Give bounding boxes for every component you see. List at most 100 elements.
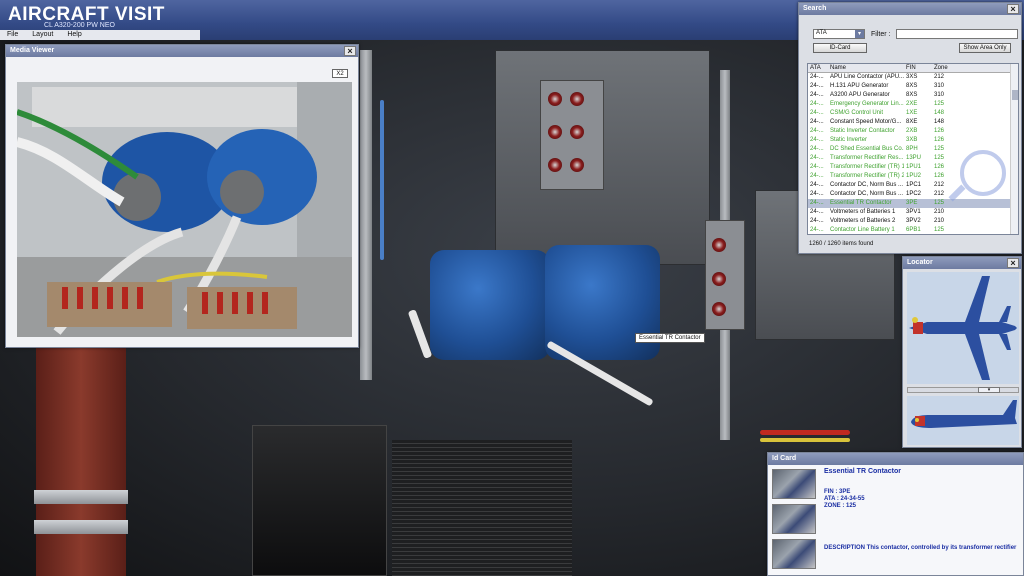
search-window: Search × ATA ▾ Filter : ID-Card Show Are…: [798, 2, 1022, 254]
terminal: [712, 238, 726, 252]
search-titlebar[interactable]: Search ×: [799, 3, 1021, 15]
cell-ata: 24-...: [810, 173, 824, 179]
cell-ata: 24-...: [810, 137, 824, 143]
table-row[interactable]: 24-... CSM/G Control Unit 1XE 148: [808, 109, 1018, 118]
menu-file[interactable]: File: [0, 30, 25, 40]
menu-help[interactable]: Help: [60, 30, 88, 40]
media-viewer-titlebar[interactable]: Media Viewer ×: [6, 45, 358, 57]
aircraft-side-view[interactable]: [907, 396, 1019, 445]
component-fin: FIN : 3PE: [824, 489, 851, 495]
cell-name: Contactor Line Battery 1: [830, 227, 895, 233]
cell-fin: 3XB: [906, 137, 918, 143]
equipment-box-left: [252, 425, 387, 576]
cell-zone: 310: [934, 83, 945, 89]
locator-titlebar[interactable]: Locator ×: [903, 257, 1021, 269]
terminal: [712, 272, 726, 286]
cell-fin: 3PE: [906, 200, 918, 206]
cell-zone: 212: [934, 74, 945, 80]
table-row[interactable]: 24-... A3200 APU Generator 8XS 310: [808, 91, 1018, 100]
cell-fin: 13PU: [906, 155, 922, 161]
id-card-thumbnails: [772, 469, 816, 574]
mounting-rail: [360, 50, 372, 380]
table-row[interactable]: 24-... Voltmeters of Batteries 2 3PV2 210: [808, 217, 1018, 226]
terminal: [570, 125, 584, 139]
category-select[interactable]: ATA ▾: [813, 29, 865, 39]
cell-name: Voltmeters of Batteries 2: [830, 218, 896, 224]
contactor-left[interactable]: [430, 250, 550, 360]
terminal: [712, 302, 726, 316]
results-scrollbar[interactable]: [1010, 64, 1018, 234]
cell-zone: 148: [934, 119, 945, 125]
col-name[interactable]: Name: [828, 64, 904, 72]
terminal: [548, 158, 562, 172]
cell-zone: 310: [934, 92, 945, 98]
filter-input[interactable]: [896, 29, 1019, 39]
component-name: Essential TR Contactor: [824, 468, 902, 475]
cell-zone: 126: [934, 173, 945, 179]
close-icon[interactable]: ×: [344, 46, 356, 56]
col-fin[interactable]: FIN: [904, 64, 932, 72]
cell-fin: 1XE: [906, 110, 918, 116]
locator-title: Locator: [907, 259, 933, 266]
cell-name: Constant Speed Motor/G...: [830, 119, 902, 125]
cell-ata: 24-...: [810, 182, 824, 188]
cell-fin: 2XE: [906, 101, 918, 107]
table-row[interactable]: 24-... Constant Speed Motor/G... 8XE 148: [808, 118, 1018, 127]
cell-zone: 125: [934, 227, 945, 233]
table-row[interactable]: 24-... Emergency Generator Lin... 2XE 125: [808, 100, 1018, 109]
cell-name: Essential TR Contactor: [830, 200, 892, 206]
table-row[interactable]: 24-... Voltmeters of Batteries 1 3PV1 210: [808, 208, 1018, 217]
cell-ata: 24-...: [810, 128, 824, 134]
magnifier-icon: [960, 150, 1006, 196]
col-zone[interactable]: Zone: [932, 64, 956, 72]
cell-name: Static Inverter: [830, 137, 868, 143]
table-row[interactable]: 24-... APU Line Contactor (APU... 3XS 212: [808, 73, 1018, 82]
equipment-box-vent: [392, 440, 572, 576]
cell-name: Transformer Rectifier (TR) 2: [830, 173, 904, 179]
locator-slider[interactable]: ▾: [907, 387, 1019, 393]
cell-zone: 212: [934, 182, 945, 188]
zoom-x2-button[interactable]: X2: [332, 69, 348, 78]
cell-ata: 24-...: [810, 92, 824, 98]
show-area-only-button[interactable]: Show Area Only: [959, 43, 1011, 53]
table-row[interactable]: 24-... Contactor Line Battery 1 6PB1 125: [808, 226, 1018, 234]
app-subtitle: CL A320-200 PW NEO: [44, 22, 115, 29]
id-card-titlebar[interactable]: Id Card: [768, 453, 1023, 465]
table-row[interactable]: 24-... Static Inverter 3XB 126: [808, 136, 1018, 145]
cell-fin: 8XE: [906, 119, 918, 125]
cell-zone: 210: [934, 209, 945, 215]
thumbnail-image[interactable]: [772, 469, 816, 499]
table-row[interactable]: 24-... H.131 APU Generator 8XS 310: [808, 82, 1018, 91]
id-card-button[interactable]: ID-Card: [813, 43, 867, 53]
cell-fin: 1PU1: [906, 164, 922, 170]
col-ata[interactable]: ATA: [808, 64, 828, 72]
cell-name: Contactor DC, Norm Bus ...: [830, 182, 904, 188]
terminal: [570, 158, 584, 172]
thumbnail-image[interactable]: [772, 504, 816, 534]
menu-layout[interactable]: Layout: [25, 30, 60, 40]
thumbnail-image[interactable]: [772, 539, 816, 569]
table-row[interactable]: 24-... Static Inverter Contactor 2XB 126: [808, 127, 1018, 136]
close-icon[interactable]: ×: [1007, 258, 1019, 268]
component-tooltip: Essential TR Contactor: [635, 333, 705, 343]
table-row[interactable]: 24-... Essential TR Contactor 3PE 125: [808, 199, 1018, 208]
cell-zone: 125: [934, 101, 945, 107]
cell-zone: 126: [934, 137, 945, 143]
aircraft-top-view[interactable]: [907, 272, 1019, 384]
cell-ata: 24-...: [810, 83, 824, 89]
cell-fin: 3PV2: [906, 218, 921, 224]
scrollbar-thumb[interactable]: [1012, 90, 1018, 100]
cell-fin: 3PV1: [906, 209, 921, 215]
cell-name: DC Shed Essential Bus Co...: [830, 146, 904, 152]
cell-ata: 24-...: [810, 101, 824, 107]
chevron-down-icon[interactable]: ▾: [855, 30, 864, 38]
cell-fin: 1PC2: [906, 191, 922, 197]
chevron-down-icon[interactable]: ▾: [978, 387, 1000, 393]
cell-ata: 24-...: [810, 155, 824, 161]
cell-name: Emergency Generator Lin...: [830, 101, 904, 107]
close-icon[interactable]: ×: [1007, 4, 1019, 14]
cell-fin: 2XB: [906, 128, 918, 134]
cell-fin: 6PB1: [906, 227, 921, 233]
pillar-band: [34, 490, 128, 504]
wire-yellow: [760, 438, 850, 442]
